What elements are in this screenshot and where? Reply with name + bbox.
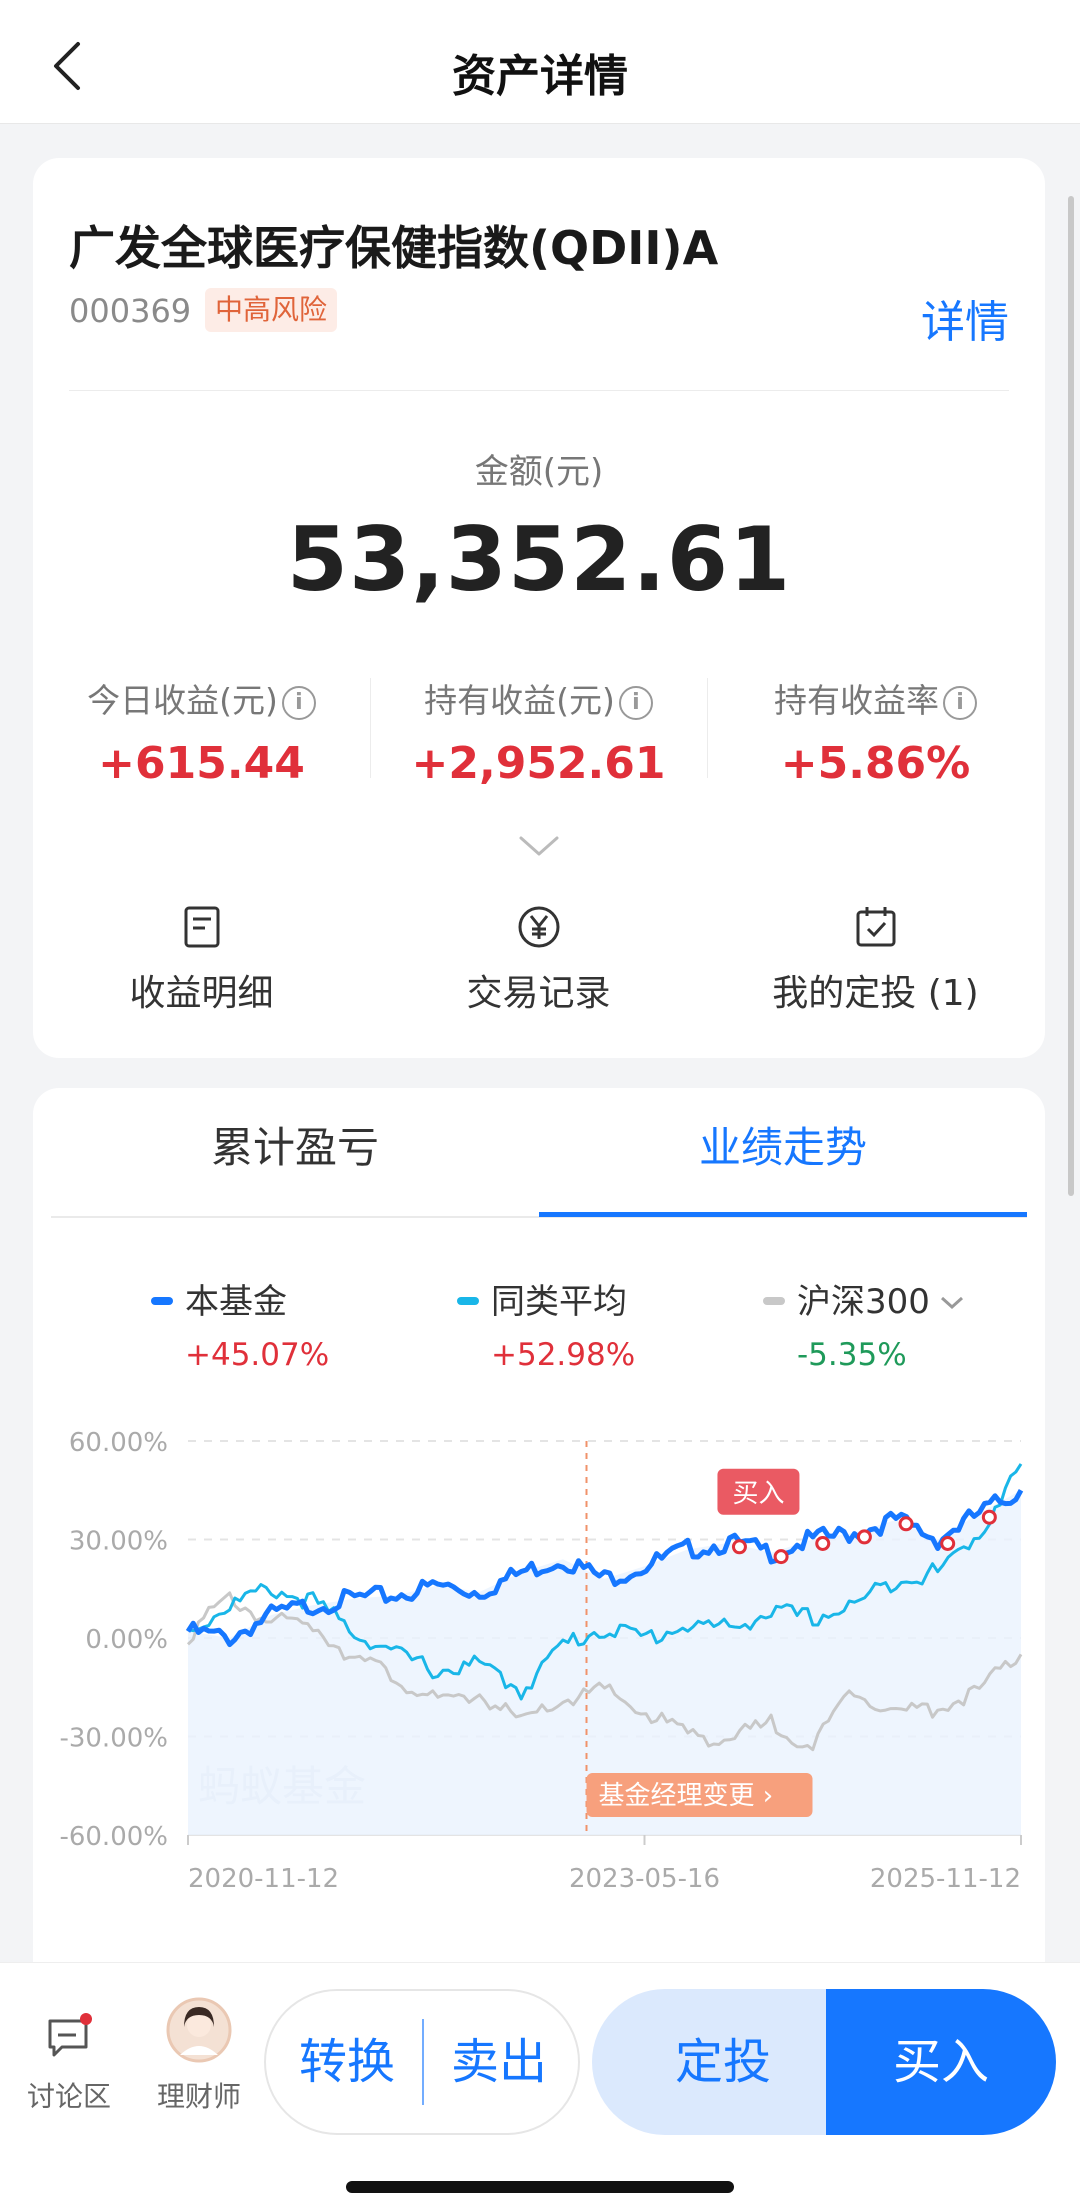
y-tick-label: 30.00% xyxy=(69,1527,168,1557)
performance-card: 累计盈亏 业绩走势 本基金 +45.07% 同类平均 +52.98% 沪深300… xyxy=(33,1088,1045,1988)
info-icon[interactable]: i xyxy=(618,686,653,720)
buy-marker[interactable] xyxy=(773,1549,789,1565)
calendar-check-icon xyxy=(856,907,895,947)
stat-label: 持有收益率 xyxy=(774,681,939,720)
fund-name: 广发全球医疗保健指数(QDII)A xyxy=(69,221,719,275)
x-tick-label: 2023-05-16 xyxy=(569,1864,720,1894)
convert-sell-group: 转换 卖出 xyxy=(264,1989,580,2135)
discussion-label: 讨论区 xyxy=(26,2080,111,2113)
performance-chart[interactable]: 60.00% 30.00% 0.00% -30.00% -60.00% 2020-11-1… xyxy=(33,1088,1045,1988)
transaction-record-button[interactable]: 交易记录 xyxy=(370,904,707,1016)
stat-holding-rate: 持有收益率 i +5.86% xyxy=(707,674,1044,789)
fund-code: 000369 xyxy=(69,292,192,330)
my-auto-invest-button[interactable]: 我的定投 (1) xyxy=(707,904,1044,1016)
stat-value: +2,952.61 xyxy=(411,738,666,789)
buy-marker[interactable] xyxy=(856,1529,872,1545)
info-icon[interactable]: i xyxy=(281,686,316,720)
advisor-label: 理财师 xyxy=(156,2080,241,2113)
buy-badge-label[interactable]: 买入 xyxy=(732,1479,784,1509)
buy-button[interactable]: 买入 xyxy=(826,1989,1056,2135)
fund-detail-link[interactable]: 详情 xyxy=(921,286,1009,350)
amount-value: 53,352.61 xyxy=(286,508,792,611)
action-label: 收益明细 xyxy=(129,973,274,1014)
buy-marker[interactable] xyxy=(898,1516,914,1532)
stat-value: +5.86% xyxy=(780,738,971,789)
document-icon xyxy=(184,906,219,948)
advisor-button[interactable]: 理财师 xyxy=(144,1997,254,2115)
buy-marker[interactable] xyxy=(981,1509,997,1525)
amount-label: 金额(元) xyxy=(474,452,604,492)
income-detail-button[interactable]: 收益明细 xyxy=(33,904,370,1016)
y-tick-label: 60.00% xyxy=(69,1428,168,1458)
stat-today-profit: 今日收益(元) i +615.44 xyxy=(33,674,370,789)
action-label: 交易记录 xyxy=(466,973,611,1014)
buy-marker[interactable] xyxy=(731,1539,747,1555)
stat-holding-profit: 持有收益(元) i +2,952.61 xyxy=(370,674,707,789)
avatar xyxy=(166,1997,232,2063)
page-title: 资产详情 xyxy=(452,51,628,102)
buy-marker[interactable] xyxy=(815,1536,831,1551)
scrollbar[interactable] xyxy=(1068,196,1074,1196)
chevron-down-icon[interactable] xyxy=(517,830,561,860)
x-tick-label: 2020-11-12 xyxy=(188,1864,339,1894)
divider xyxy=(69,390,1009,391)
buy-marker[interactable] xyxy=(940,1536,956,1551)
info-icon[interactable]: i xyxy=(943,686,977,720)
nav-bar: 资产详情 xyxy=(0,0,1080,124)
auto-invest-button[interactable]: 定投 xyxy=(592,1989,854,2135)
bottom-action-bar: 讨论区 理财师 转换 卖出 定投 买入 xyxy=(0,1962,1080,2198)
stat-label: 今日收益(元) xyxy=(87,681,278,720)
risk-badge: 中高风险 xyxy=(205,288,338,332)
y-tick-label: -60.00% xyxy=(59,1822,168,1852)
x-tick-label: 2025-11-12 xyxy=(870,1864,1021,1894)
manager-change-label[interactable]: 基金经理变更 › xyxy=(599,1781,774,1811)
sell-button[interactable]: 卖出 xyxy=(424,1991,574,2133)
chat-icon xyxy=(48,2013,92,2057)
asset-summary-card: 广发全球医疗保健指数(QDII)A 000369 中高风险 详情 金额(元) 5… xyxy=(33,158,1045,1058)
action-label: 我的定投 (1) xyxy=(772,973,979,1014)
yen-circle-icon xyxy=(518,906,559,948)
y-tick-label: -30.00% xyxy=(59,1724,168,1754)
discussion-button[interactable]: 讨论区 xyxy=(14,2013,124,2115)
stat-value: +615.44 xyxy=(98,738,305,789)
convert-button[interactable]: 转换 xyxy=(272,1991,422,2133)
home-indicator xyxy=(346,2181,734,2193)
stat-label: 持有收益(元) xyxy=(424,681,615,720)
y-tick-label: 0.00% xyxy=(85,1625,168,1655)
